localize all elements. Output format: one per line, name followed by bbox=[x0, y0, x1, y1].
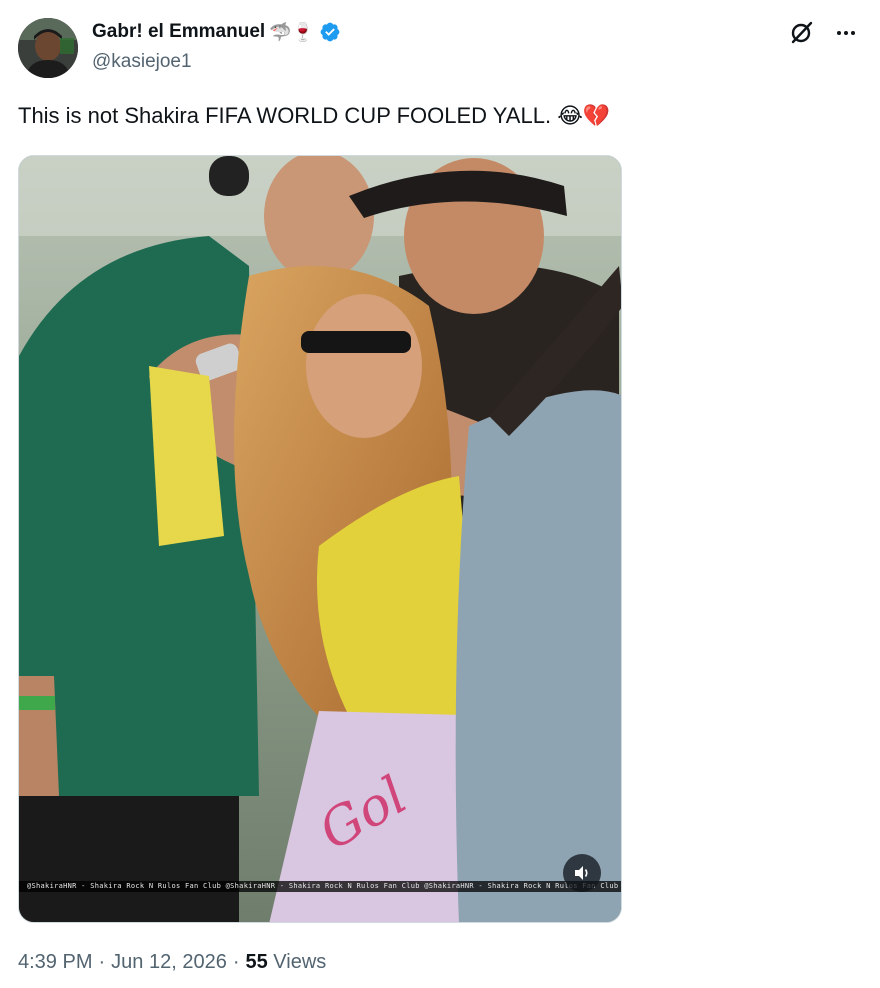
author-block: Gabr! el Emmanuel 🦈🍷 @kasiejoe1 bbox=[92, 18, 341, 73]
verified-badge-icon[interactable] bbox=[319, 21, 341, 43]
author-avatar[interactable] bbox=[18, 18, 78, 78]
media-watermark: @ShakiraHNR - Shakira Rock N Rulos Fan C… bbox=[19, 881, 621, 892]
tweet-text: This is not Shakira FIFA WORLD CUP FOOLE… bbox=[18, 103, 610, 129]
tweet-text-body: This is not Shakira FIFA WORLD CUP FOOLE… bbox=[18, 103, 552, 128]
tweet: Gabr! el Emmanuel 🦈🍷 @kasiejoe1 This is … bbox=[0, 0, 880, 988]
more-icon[interactable] bbox=[834, 21, 858, 45]
post-date[interactable]: Jun 12, 2026 bbox=[111, 951, 227, 973]
media-photo: Gol bbox=[19, 156, 621, 922]
name-row: Gabr! el Emmanuel 🦈🍷 bbox=[92, 18, 341, 46]
grok-icon[interactable] bbox=[788, 20, 814, 46]
speaker-icon bbox=[575, 866, 588, 880]
tweet-text-emojis: 😂💔 bbox=[557, 103, 611, 128]
sound-toggle-button[interactable] bbox=[563, 854, 601, 892]
display-name[interactable]: Gabr! el Emmanuel bbox=[92, 21, 265, 43]
views-count: 55 bbox=[245, 951, 268, 973]
tweet-media[interactable]: Gol @ShakiraHNR - Shakira Rock N Rulos F… bbox=[18, 155, 622, 923]
post-time[interactable]: 4:39 PM bbox=[18, 951, 92, 973]
views-label: Views bbox=[273, 951, 327, 973]
author-handle[interactable]: @kasiejoe1 bbox=[92, 51, 341, 73]
meta-separator: · bbox=[232, 951, 240, 973]
name-emojis: 🦈🍷 bbox=[269, 22, 314, 42]
top-actions bbox=[788, 20, 858, 46]
meta-separator: · bbox=[98, 951, 106, 973]
tweet-meta: 4:39 PM · Jun 12, 2026 · 55 Views bbox=[18, 951, 326, 974]
